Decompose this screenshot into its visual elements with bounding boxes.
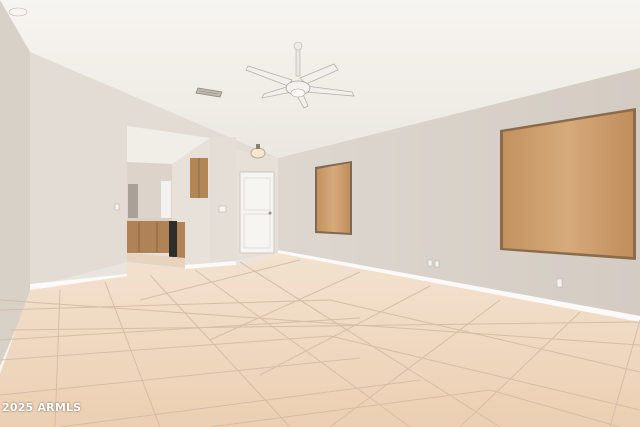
room-photo: 2025 ARMLS [0,0,640,427]
center-window-blinds [315,161,352,235]
dishwasher [169,221,177,257]
wall-outlet [114,203,120,211]
room-illustration [0,0,640,427]
kitchen-window [161,181,171,219]
lower-cabinets [127,219,169,253]
wall-outlet [556,278,563,288]
light-switch [218,205,227,213]
ceiling-light-icon [250,147,266,159]
smoke-detector-icon [8,7,28,17]
kitchen-doorway [128,184,138,218]
wall-outlet [427,259,433,267]
door-knob-icon [268,211,272,215]
wall-outlet [434,260,440,268]
copyright-watermark: 2025 ARMLS [2,401,82,414]
right-window-blinds [500,108,636,260]
